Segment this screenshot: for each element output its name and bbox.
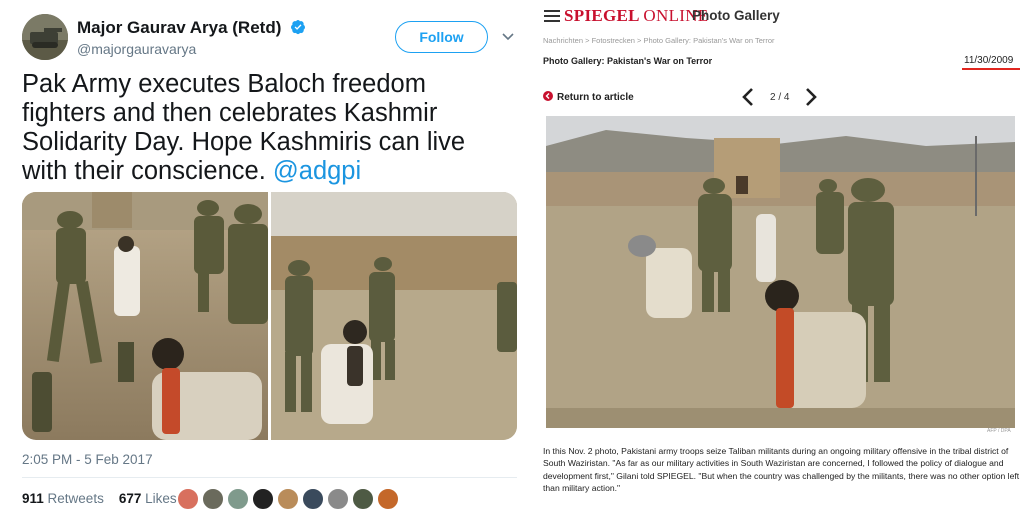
tweet-photo-2[interactable] (271, 192, 517, 440)
next-arrow-icon[interactable] (804, 87, 818, 107)
tweet-photo-1[interactable] (22, 192, 268, 440)
liker-avatar[interactable] (302, 488, 324, 510)
liker-avatar[interactable] (227, 488, 249, 510)
tweet-body: Pak Army executes Baloch freedom fighter… (22, 70, 466, 185)
spiegel-logo[interactable]: SPIEGEL ONLINE (564, 6, 708, 26)
likes-count[interactable]: 677 (119, 491, 142, 506)
verified-badge-icon (291, 20, 306, 35)
hamburger-menu-icon[interactable] (544, 10, 560, 22)
avatar[interactable] (22, 14, 68, 60)
retweets-label[interactable]: Retweets (48, 491, 104, 506)
back-circle-icon (543, 91, 553, 101)
liker-avatar[interactable] (352, 488, 374, 510)
pager-count: 2 / 4 (770, 92, 790, 103)
gallery-photo[interactable] (546, 116, 1015, 428)
photo-credit: AFP / DPA (987, 428, 1011, 434)
avatar-image (22, 14, 68, 60)
chevron-down-icon[interactable] (501, 29, 515, 43)
liker-avatar[interactable] (252, 488, 274, 510)
prev-arrow-icon[interactable] (741, 87, 755, 107)
page-title: Photo Gallery: Pakistan's War on Terror (543, 56, 713, 66)
publish-date: 11/30/2009 (964, 55, 1014, 66)
tweet-timestamp[interactable]: 2:05 PM - 5 Feb 2017 (22, 452, 153, 467)
breadcrumb[interactable]: Nachrichten > Fotostrecken > Photo Galle… (543, 36, 775, 45)
liker-avatar[interactable] (277, 488, 299, 510)
tweet-card: Major Gaurav Arya (Retd) @majorgauravary… (0, 0, 532, 529)
mention-link[interactable]: @adgpi (273, 157, 361, 185)
author-name-text: Major Gaurav Arya (Retd) (77, 18, 282, 37)
liker-avatar[interactable] (177, 488, 199, 510)
logo-main: SPIEGEL (564, 6, 639, 25)
divider (22, 477, 517, 478)
retweets-count[interactable]: 911 (22, 491, 44, 506)
tweet-text: Pak Army executes Baloch freedom fighter… (22, 70, 512, 186)
return-to-article-link[interactable]: Return to article (543, 91, 634, 103)
author-handle[interactable]: @majorgauravarya (77, 41, 196, 57)
section-title: Photo Gallery (692, 8, 780, 23)
liker-avatar[interactable] (327, 488, 349, 510)
likes-label[interactable]: Likes (145, 491, 177, 506)
liker-avatar[interactable] (202, 488, 224, 510)
follow-button[interactable]: Follow (395, 21, 488, 53)
photo-caption: In this Nov. 2 photo, Pakistani army tro… (543, 446, 1020, 494)
author-name[interactable]: Major Gaurav Arya (Retd) (77, 18, 306, 38)
date-highlight (962, 68, 1020, 70)
tweet-stats: 911 Retweets 677 Likes (22, 491, 177, 506)
return-label: Return to article (557, 92, 634, 103)
liker-avatar[interactable] (377, 488, 399, 510)
tweet-media[interactable] (22, 192, 517, 440)
spiegel-gallery-page: SPIEGEL ONLINE Photo Gallery Nachrichten… (532, 0, 1024, 529)
